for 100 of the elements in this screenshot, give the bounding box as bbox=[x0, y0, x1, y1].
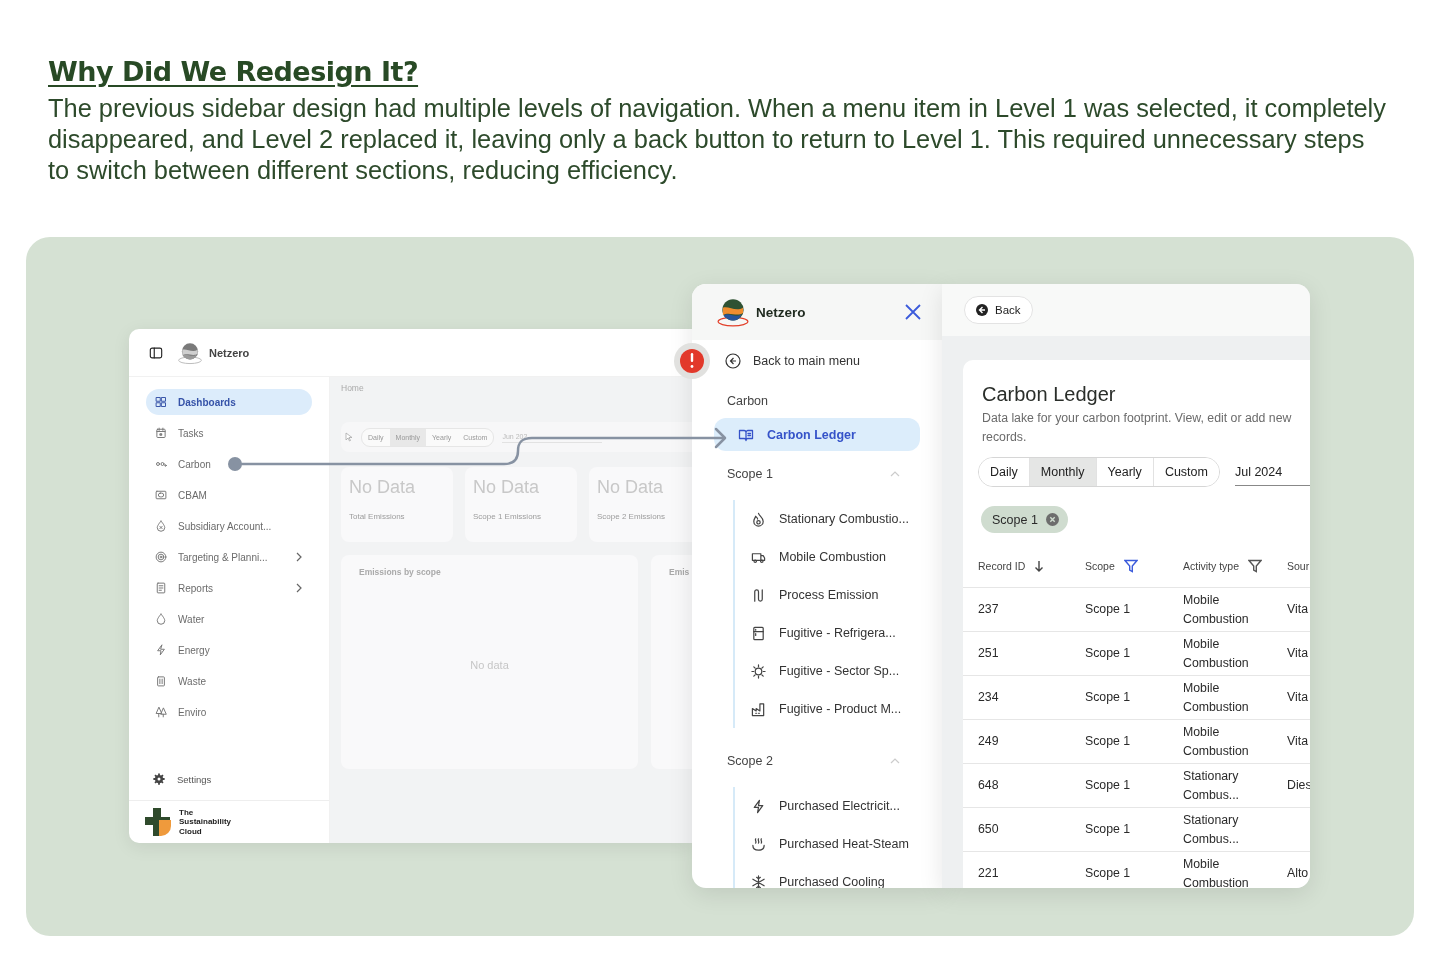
back-button[interactable]: Back bbox=[964, 296, 1033, 324]
submenu-item[interactable]: Mobile Combustion bbox=[751, 538, 886, 576]
sidebar-item[interactable]: Water bbox=[146, 606, 312, 632]
brand-name: Netzero bbox=[209, 346, 250, 359]
sun-icon bbox=[751, 663, 766, 679]
pipe-icon bbox=[751, 587, 766, 603]
document-icon bbox=[155, 582, 167, 594]
page-description: Data lake for your carbon footprint. View, edit or add new records. bbox=[981, 410, 1293, 446]
table-cell-text: Scope 1 bbox=[1084, 601, 1132, 618]
submenu-item[interactable]: Process Emission bbox=[751, 576, 879, 614]
stat-label: Scope 2 Emissions bbox=[597, 512, 667, 521]
cross-logo bbox=[145, 808, 173, 836]
connector-dot bbox=[228, 457, 242, 471]
table-cell-text: 251 bbox=[977, 645, 1000, 662]
company-name: The Sustainability Cloud bbox=[179, 807, 232, 837]
page-title: Carbon Ledger bbox=[981, 382, 1117, 406]
submenu-item[interactable]: Fugitive - Refrigera... bbox=[751, 614, 896, 652]
table-cell-text: Scope 1 bbox=[1084, 689, 1132, 706]
table-cell-text: Vita bbox=[1286, 645, 1309, 662]
sidebar-item[interactable]: Dashboards bbox=[146, 389, 312, 415]
column-header[interactable]: Scope bbox=[1070, 558, 1168, 573]
period-tab[interactable]: Custom bbox=[1152, 458, 1219, 486]
sidebar-item[interactable]: Targeting & Planni... bbox=[146, 544, 312, 570]
factory-icon bbox=[751, 701, 766, 717]
submenu-item[interactable]: Fugitive - Product M... bbox=[751, 690, 902, 728]
breadcrumb: Home bbox=[341, 383, 365, 393]
sidebar-item[interactable]: Reports bbox=[146, 575, 312, 601]
sidebar-item[interactable]: Energy bbox=[146, 637, 312, 663]
brand-name: Netzero bbox=[756, 304, 807, 320]
table-cell-text: Vita bbox=[1286, 689, 1309, 706]
group-header[interactable]: Scope 2 bbox=[714, 750, 912, 772]
close-button[interactable] bbox=[904, 303, 922, 321]
back-to-main-menu-link[interactable]: Back to main menu bbox=[714, 350, 866, 372]
lightning-icon bbox=[751, 798, 766, 814]
filter-chip[interactable]: Scope 1 bbox=[981, 506, 1068, 533]
submenu-item[interactable]: Stationary Combustio... bbox=[751, 500, 909, 538]
sidebar-item[interactable]: Carbon bbox=[146, 451, 312, 477]
table-cell-text: Stationary Combus... bbox=[1182, 811, 1241, 848]
table-cell-text: Mobile Combustion bbox=[1182, 723, 1250, 760]
table-cell-text: 648 bbox=[977, 777, 1000, 794]
group-header[interactable]: Scope 1 bbox=[714, 463, 912, 485]
table-cell-text: Mobile Combustion bbox=[1182, 591, 1250, 628]
sidebar-toggle-icon bbox=[149, 345, 163, 360]
heat-waves-icon bbox=[751, 836, 766, 852]
table-cell-text: Scope 1 bbox=[1084, 777, 1132, 794]
table-cell-text: Alto bbox=[1286, 865, 1310, 882]
submenu-item[interactable]: Fugitive - Sector Sp... bbox=[751, 652, 900, 690]
sidebar-item[interactable]: Tasks bbox=[146, 420, 312, 446]
submenu-item[interactable]: Purchased Electricit... bbox=[751, 787, 900, 825]
fridge-icon bbox=[751, 625, 766, 641]
table-cell-text: Mobile Combustion bbox=[1182, 855, 1250, 888]
column-header[interactable]: Record ID bbox=[963, 559, 1070, 572]
table-cell-text: 234 bbox=[977, 689, 1000, 706]
lightning-icon bbox=[155, 644, 167, 656]
filter-icon bbox=[1248, 558, 1263, 573]
table-cell-text: Vita bbox=[1286, 733, 1309, 750]
column-header[interactable]: Sour bbox=[1272, 559, 1310, 572]
submenu-item[interactable]: Purchased Heat-Steam bbox=[751, 825, 909, 863]
chevron-up-icon bbox=[890, 470, 900, 478]
period-tab[interactable]: Monthly bbox=[1028, 458, 1096, 486]
target-icon bbox=[155, 551, 167, 563]
remove-icon bbox=[1045, 513, 1059, 526]
stat-label: Total Emissions bbox=[349, 512, 406, 521]
calendar-icon bbox=[155, 427, 167, 439]
column-header[interactable]: Activity type bbox=[1168, 558, 1272, 573]
cursor-icon bbox=[345, 432, 353, 442]
bin-icon bbox=[155, 675, 167, 687]
section-heading: Why Did We Redesign It? bbox=[48, 56, 419, 87]
table-cell-text: 650 bbox=[977, 821, 1000, 838]
table-cell-text: Scope 1 bbox=[1084, 733, 1132, 750]
snowflake-icon bbox=[751, 874, 766, 888]
back-arrow-icon bbox=[976, 304, 988, 316]
sidebar-item[interactable]: Enviro bbox=[146, 699, 312, 725]
close-icon bbox=[904, 303, 922, 321]
submenu-item[interactable]: Purchased Cooling bbox=[751, 863, 885, 888]
table-cell-text: Scope 1 bbox=[1084, 645, 1132, 662]
chevron-up-icon bbox=[890, 757, 900, 765]
grid-icon bbox=[155, 396, 167, 408]
flame-icon bbox=[751, 511, 766, 527]
table-cell-text: 249 bbox=[977, 733, 1000, 750]
frame-icon bbox=[155, 489, 167, 501]
date-field[interactable]: Jul 2024 bbox=[1234, 458, 1310, 486]
settings-item[interactable]: Settings bbox=[129, 764, 329, 794]
table-cell-text: Scope 1 bbox=[1084, 821, 1132, 838]
sort-arrow-icon bbox=[1034, 559, 1045, 572]
stat-label: Scope 1 Emissions bbox=[473, 512, 543, 521]
sidebar-item[interactable]: Subsidiary Account... bbox=[146, 513, 312, 539]
table-cell-text: Vita bbox=[1286, 601, 1309, 618]
intro-paragraph: The previous sidebar design had multiple levels of navigation. When a menu item in Level 1 was selected, it completely disappeared, and Level 2 replaced it, leaving only a back button to return to Level 1. This required unnecessary steps to switch between different sections, reducing efficiency. bbox=[48, 93, 1387, 186]
sidebar-item[interactable]: CBAM bbox=[146, 482, 312, 508]
sidebar-item[interactable]: Waste bbox=[146, 668, 312, 694]
menu-item[interactable]: Carbon Ledger bbox=[714, 418, 920, 451]
table-cell-text: Mobile Combustion bbox=[1182, 635, 1250, 672]
filter-icon bbox=[1123, 558, 1138, 573]
chart-title: Emissions by scope bbox=[359, 567, 442, 577]
table-cell-text: Mobile Combustion bbox=[1182, 679, 1250, 716]
table-cell-text: Stationary Combus... bbox=[1182, 767, 1241, 804]
table-cell-text: 221 bbox=[977, 865, 1000, 882]
gear-icon bbox=[153, 773, 165, 785]
section-label: Carbon bbox=[726, 393, 769, 410]
